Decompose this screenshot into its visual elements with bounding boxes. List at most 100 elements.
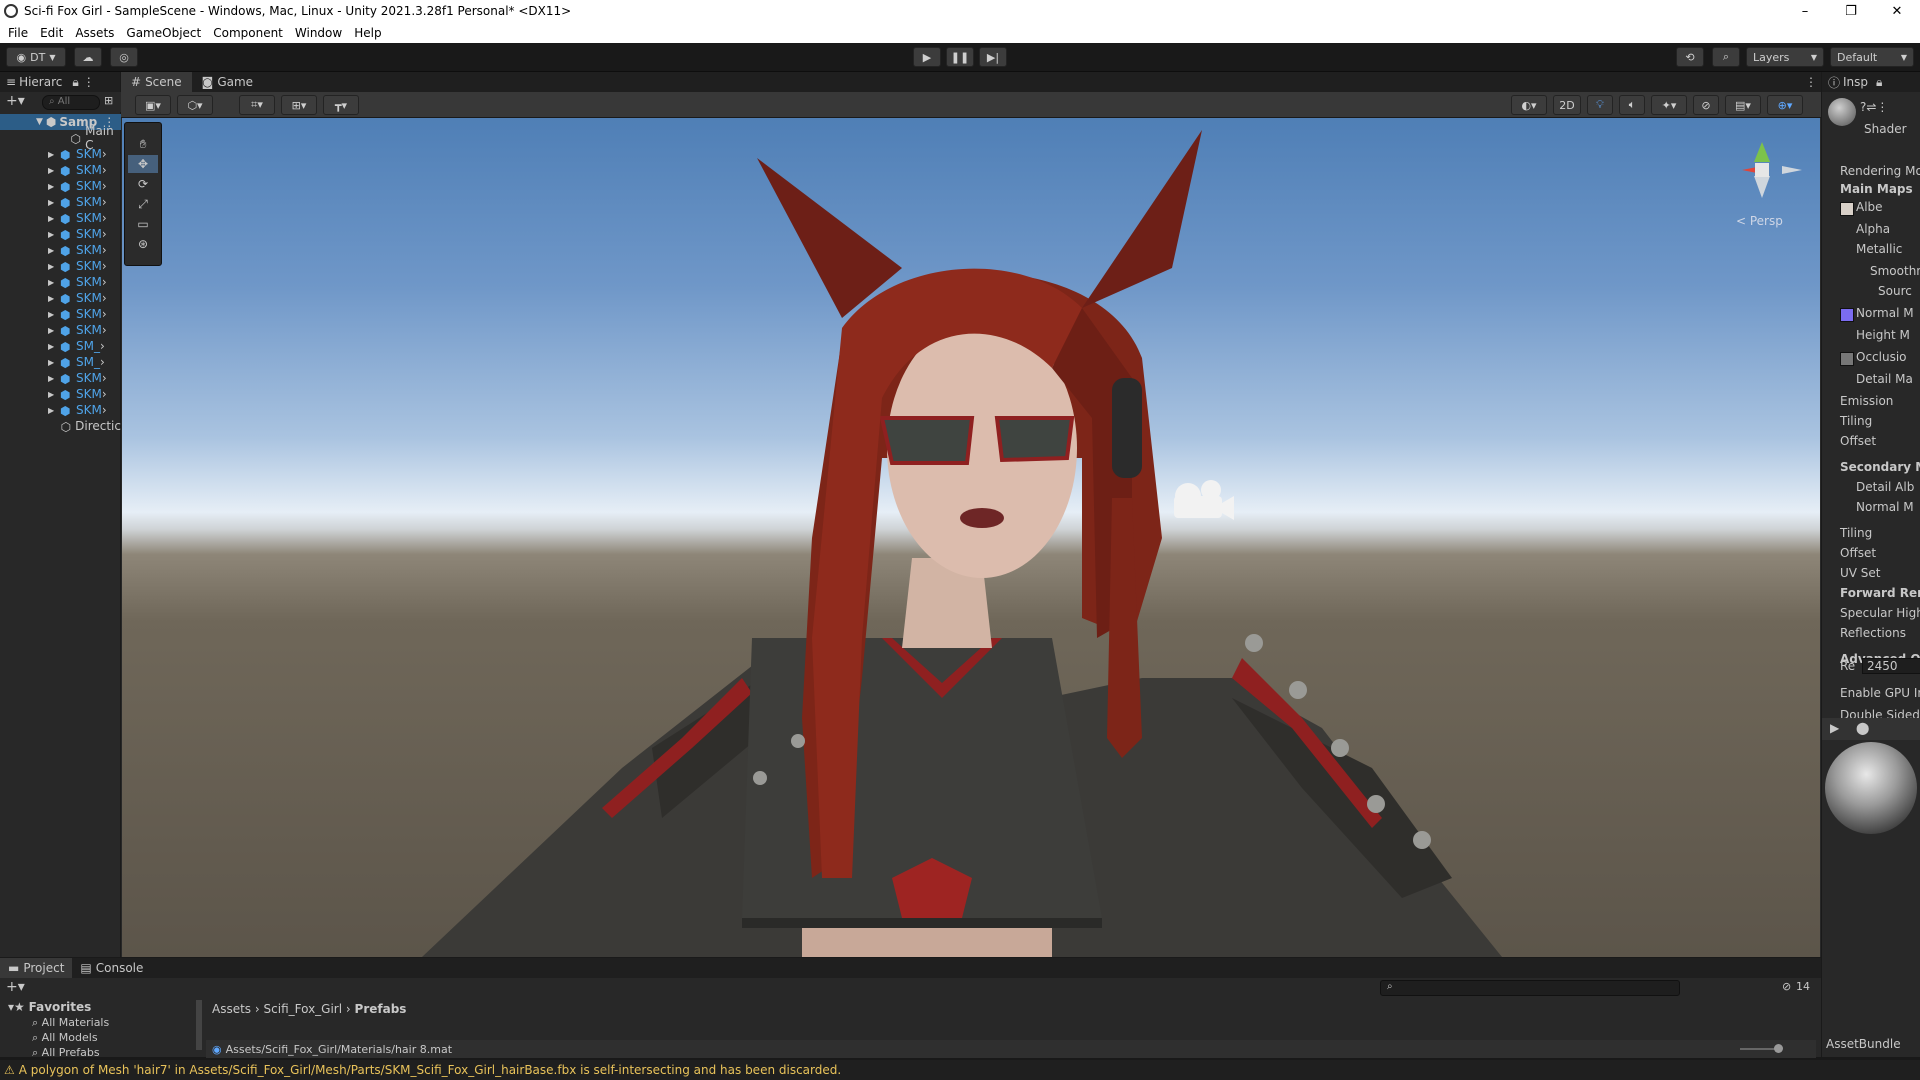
audio-toggle[interactable]: 🔈︎	[1619, 95, 1645, 115]
texture-slot[interactable]	[1840, 308, 1854, 322]
breadcrumb-item[interactable]: Assets	[212, 1002, 251, 1016]
prefab-open-icon[interactable]: ›	[102, 387, 107, 401]
hierarchy-item[interactable]: ▶ ⬢ SKM ›	[0, 306, 121, 322]
breadcrumb-item[interactable]: Prefabs	[355, 1002, 407, 1016]
hierarchy-search-input[interactable]: ⌕ All	[42, 95, 100, 110]
hierarchy-item[interactable]: ⬡ Main C	[0, 124, 121, 152]
gizmos-dropdown[interactable]: ⊕▾	[1767, 95, 1803, 115]
more-icon[interactable]: ⋮	[1805, 75, 1817, 89]
expand-arrow-icon[interactable]: ▶	[48, 262, 60, 271]
help-icon[interactable]: ?⇌⋮	[1860, 100, 1888, 114]
rect-tool-icon[interactable]: ▭	[128, 215, 158, 233]
inspector-property[interactable]: Tiling	[1840, 526, 1872, 540]
expand-arrow-icon[interactable]: ▶	[48, 246, 60, 255]
inspector-property[interactable]: Sourc	[1878, 284, 1912, 298]
project-search-input[interactable]: ⌕	[1380, 980, 1680, 996]
inspector-property[interactable]: Albe	[1856, 200, 1883, 214]
hierarchy-item[interactable]: ▶ ⬢ SKM ›	[0, 290, 121, 306]
camera-gizmo-icon[interactable]	[1174, 480, 1234, 520]
material-preview-sphere[interactable]	[1825, 742, 1917, 834]
status-bar[interactable]: ⚠ A polygon of Mesh 'hair7' in Assets/Sc…	[0, 1060, 1920, 1080]
expand-arrow-icon[interactable]: ▶	[48, 150, 60, 159]
ruler-dropdown[interactable]: ┳▾	[323, 95, 359, 115]
hierarchy-item[interactable]: ▶ ⬢ SKM ›	[0, 146, 121, 162]
prefab-open-icon[interactable]: ›	[102, 195, 107, 209]
play-button[interactable]: ▶	[913, 47, 941, 67]
step-button[interactable]: ▶|	[979, 47, 1007, 67]
inspector-property[interactable]: Alpha	[1856, 222, 1890, 236]
filter-icon[interactable]: ⊞	[104, 94, 113, 107]
add-icon[interactable]: +▾	[6, 93, 25, 109]
hierarchy-item[interactable]: ▶ ⬢ SKM ›	[0, 402, 121, 418]
prefab-open-icon[interactable]: ›	[102, 259, 107, 273]
prefab-open-icon[interactable]: ›	[100, 355, 105, 369]
grid-snap-dropdown[interactable]: ⌗▾	[239, 95, 275, 115]
inspector-property[interactable]: UV Set	[1840, 566, 1881, 580]
tab-project[interactable]: ▬ Project	[0, 958, 73, 978]
inspector-property[interactable]: Offset	[1840, 546, 1876, 560]
inspector-property[interactable]: Normal M	[1856, 306, 1914, 320]
prefab-open-icon[interactable]: ›	[102, 371, 107, 385]
inspector-property[interactable]: Emission	[1840, 394, 1893, 408]
texture-slot[interactable]	[1840, 202, 1854, 216]
hierarchy-item[interactable]: ▶ ⬢ SKM ›	[0, 210, 121, 226]
expand-arrow-icon[interactable]: ▶	[48, 294, 60, 303]
lock-icon[interactable]: 🔒︎	[1876, 75, 1882, 90]
transform-tool-icon[interactable]: ⊛	[128, 235, 158, 253]
tab-game[interactable]: ◙ Game	[192, 72, 263, 92]
inspector-property[interactable]: Height M	[1856, 328, 1910, 342]
breadcrumb-item[interactable]: Scifi_Fox_Girl	[264, 1002, 343, 1016]
move-tool-icon[interactable]: ✥	[128, 155, 158, 173]
favorites-header[interactable]: ▾★ Favorites	[8, 1000, 91, 1014]
favorites-item[interactable]: ⌕ All Materials	[32, 1016, 109, 1030]
expand-arrow-icon[interactable]: ▼	[36, 117, 43, 127]
inspector-property[interactable]: Forward Ren	[1840, 586, 1920, 600]
zoom-slider-handle[interactable]	[1774, 1044, 1783, 1053]
effects-dropdown[interactable]: ✦▾	[1651, 95, 1687, 115]
scale-tool-icon[interactable]: ⤢	[128, 195, 158, 213]
expand-arrow-icon[interactable]: ▶	[48, 182, 60, 191]
inspector-property[interactable]: Secondary M	[1840, 460, 1920, 474]
hierarchy-item[interactable]: ▶ ⬢ SKM ›	[0, 370, 121, 386]
pause-button[interactable]: ❚❚	[946, 47, 974, 67]
persp-label[interactable]: < Persp	[1736, 214, 1783, 228]
menu-file[interactable]: File	[4, 26, 34, 40]
prefab-open-icon[interactable]: ›	[102, 147, 107, 161]
layout-dropdown[interactable]: Default ▼	[1830, 47, 1914, 67]
inspector-tab[interactable]: Insp	[1843, 75, 1868, 89]
expand-arrow-icon[interactable]: ▶	[48, 278, 60, 287]
cloud-button[interactable]: ☁	[74, 47, 102, 67]
inspector-property[interactable]: Specular High	[1840, 606, 1920, 620]
inspector-property[interactable]: Normal M	[1856, 500, 1914, 514]
favorites-item[interactable]: ⌕ All Prefabs	[32, 1046, 100, 1056]
hierarchy-item[interactable]: ▶ ⬢ SKM ›	[0, 226, 121, 242]
folder-tree-scrollbar[interactable]	[196, 1000, 202, 1050]
inspector-property[interactable]: Smoothn	[1870, 264, 1920, 278]
prefab-open-icon[interactable]: ›	[102, 307, 107, 321]
search-button[interactable]: ⌕	[1712, 47, 1740, 67]
hierarchy-item[interactable]: ▶ ⬢ SKM ›	[0, 178, 121, 194]
prefab-open-icon[interactable]: ›	[102, 291, 107, 305]
shading-dropdown[interactable]: ⬡▾	[177, 95, 213, 115]
favorites-item[interactable]: ⌕ All Models	[32, 1031, 98, 1045]
hierarchy-item[interactable]: ▶ ⬢ SKM ›	[0, 322, 121, 338]
prefab-open-icon[interactable]: ›	[102, 179, 107, 193]
lighting-toggle[interactable]: 💡︎	[1587, 95, 1613, 115]
sphere-icon[interactable]: ⬤	[1856, 721, 1869, 735]
expand-arrow-icon[interactable]: ▶	[48, 374, 60, 383]
scene-viewport[interactable]: < Persp ✋︎ ✥ ⟳ ⤢ ▭ ⊛	[122, 118, 1820, 957]
inspector-property[interactable]: Tiling	[1840, 414, 1872, 428]
increment-snap-dropdown[interactable]: ⊞▾	[281, 95, 317, 115]
inspector-property[interactable]: Main Maps	[1840, 182, 1913, 196]
draw-mode-dropdown[interactable]: ▣▾	[135, 95, 171, 115]
expand-arrow-icon[interactable]: ▶	[48, 310, 60, 319]
account-dropdown[interactable]: ◉ DT ▼	[6, 47, 66, 67]
prefab-open-icon[interactable]: ›	[102, 403, 107, 417]
expand-arrow-icon[interactable]: ▶	[48, 358, 60, 367]
hierarchy-item[interactable]: ▶ ⬢ SKM ›	[0, 242, 121, 258]
inspector-property[interactable]: Offset	[1840, 434, 1876, 448]
expand-arrow-icon[interactable]: ▶	[48, 214, 60, 223]
orientation-gizmo[interactable]	[1742, 142, 1802, 198]
inspector-property[interactable]: Metallic	[1856, 242, 1902, 256]
prefab-open-icon[interactable]: ›	[102, 323, 107, 337]
